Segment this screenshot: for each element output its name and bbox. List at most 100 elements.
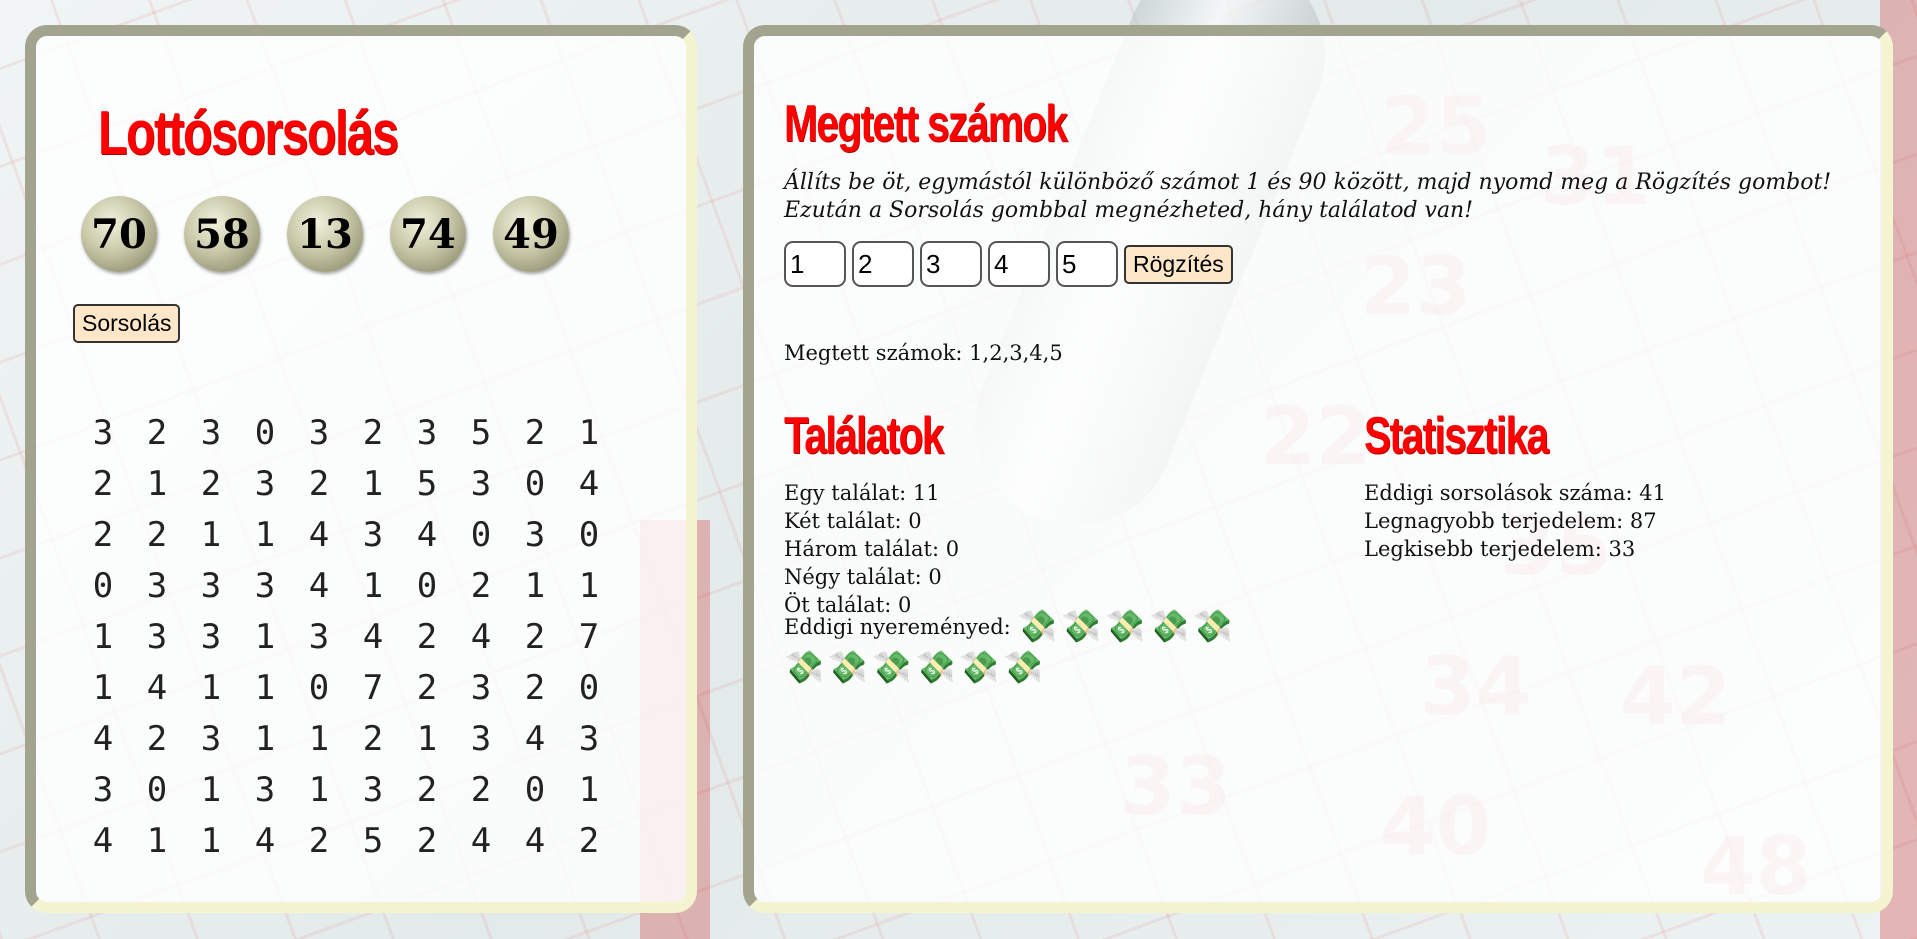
grid-cell: 2 [308, 821, 330, 861]
hits-four: Négy találat: 0 [784, 565, 942, 589]
grid-cell: 2 [416, 821, 438, 861]
grid-cell: 2 [416, 770, 438, 810]
grid-cell: 1 [200, 668, 222, 708]
grid-cell: 0 [146, 770, 168, 810]
grid-cell: 3 [146, 617, 168, 657]
grid-cell: 1 [308, 719, 330, 759]
grid-cell: 4 [92, 719, 114, 759]
hits-two: Két találat: 0 [784, 509, 922, 533]
drawn-ball: 74 [390, 196, 466, 272]
grid-cell: 3 [146, 566, 168, 606]
grid-cell: 3 [470, 668, 492, 708]
grid-cell: 3 [254, 770, 276, 810]
grid-cell: 0 [524, 464, 546, 504]
hits-three: Három találat: 0 [784, 537, 960, 561]
grid-cell: 7 [362, 668, 384, 708]
save-button[interactable]: Rögzítés [1124, 244, 1233, 284]
grid-cell: 1 [254, 668, 276, 708]
grid-cell: 2 [200, 464, 222, 504]
statistics-title: Statisztika [1364, 407, 1549, 465]
instructions: Állíts be öt, egymástól különböző számot… [784, 169, 1864, 225]
grid-cell: 2 [362, 413, 384, 453]
hits-list: Egy találat: 11 Két találat: 0 Három tal… [784, 479, 959, 619]
grid-cell: 4 [578, 464, 600, 504]
hits-one: Egy találat: 11 [784, 481, 940, 505]
grid-cell: 3 [416, 413, 438, 453]
grid-cell: 5 [416, 464, 438, 504]
grid-cell: 3 [308, 617, 330, 657]
grid-cell: 2 [92, 515, 114, 555]
grid-cell: 2 [308, 464, 330, 504]
grid-cell: 4 [308, 566, 330, 606]
picked-numbers-text: Megtett számok: 1,2,3,4,5 [784, 341, 1063, 365]
grid-cell: 7 [578, 617, 600, 657]
grid-cell: 2 [524, 617, 546, 657]
grid-cell: 3 [470, 464, 492, 504]
stat-draw-count: Eddigi sorsolások száma: 41 [1364, 481, 1666, 505]
grid-cell: 1 [578, 770, 600, 810]
number-input-5[interactable] [1056, 241, 1118, 287]
grid-cell: 1 [362, 566, 384, 606]
grid-cell: 1 [146, 821, 168, 861]
grid-cell: 2 [146, 719, 168, 759]
grid-cell: 0 [308, 668, 330, 708]
grid-cell: 3 [254, 566, 276, 606]
grid-cell: 3 [254, 464, 276, 504]
statistics-list: Eddigi sorsolások száma: 41 Legnagyobb t… [1364, 479, 1666, 563]
grid-cell: 4 [146, 668, 168, 708]
grid-cell: 1 [200, 821, 222, 861]
number-frequency-grid: 3230323521212321530422114340300333410211… [76, 408, 616, 867]
grid-cell: 0 [416, 566, 438, 606]
grid-cell: 0 [578, 515, 600, 555]
grid-cell: 3 [578, 719, 600, 759]
grid-cell: 2 [416, 668, 438, 708]
grid-cell: 1 [92, 617, 114, 657]
winnings: Eddigi nyereményed: 💸💸💸💸💸💸💸💸💸💸💸 [784, 606, 1264, 688]
stat-max-range: Legnagyobb terjedelem: 87 [1364, 509, 1657, 533]
grid-cell: 2 [362, 719, 384, 759]
picked-numbers-title: Megtett számok [784, 95, 1068, 153]
grid-cell: 2 [470, 566, 492, 606]
grid-cell: 1 [254, 617, 276, 657]
grid-cell: 5 [362, 821, 384, 861]
winnings-label: Eddigi nyereményed: [784, 615, 1011, 639]
grid-cell: 1 [200, 515, 222, 555]
grid-cell: 1 [92, 668, 114, 708]
drawn-ball: 58 [184, 196, 260, 272]
grid-cell: 0 [92, 566, 114, 606]
page-title: Lottósorsolás [98, 99, 399, 168]
number-input-3[interactable] [920, 241, 982, 287]
grid-cell: 1 [578, 566, 600, 606]
number-input-1[interactable] [784, 241, 846, 287]
number-input-4[interactable] [988, 241, 1050, 287]
grid-cell: 4 [524, 821, 546, 861]
grid-cell: 2 [470, 770, 492, 810]
grid-cell: 1 [308, 770, 330, 810]
grid-cell: 4 [362, 617, 384, 657]
grid-cell: 2 [578, 821, 600, 861]
grid-cell: 3 [200, 719, 222, 759]
drawn-ball: 49 [493, 196, 569, 272]
grid-cell: 4 [254, 821, 276, 861]
grid-cell: 1 [254, 719, 276, 759]
grid-cell: 1 [416, 719, 438, 759]
grid-cell: 1 [254, 515, 276, 555]
grid-cell: 3 [200, 413, 222, 453]
hits-title: Találatok [784, 407, 944, 465]
grid-cell: 1 [362, 464, 384, 504]
grid-cell: 4 [470, 821, 492, 861]
grid-cell: 1 [524, 566, 546, 606]
grid-cell: 3 [200, 566, 222, 606]
drawn-ball: 70 [81, 196, 157, 272]
grid-cell: 3 [362, 770, 384, 810]
grid-cell: 4 [308, 515, 330, 555]
grid-cell: 0 [470, 515, 492, 555]
number-inputs: Rögzítés [784, 241, 1233, 287]
draw-panel: Lottósorsolás 70 58 13 74 49 Sorsolás 32… [25, 25, 697, 913]
draw-button[interactable]: Sorsolás [73, 304, 181, 343]
grid-cell: 0 [578, 668, 600, 708]
grid-cell: 4 [416, 515, 438, 555]
stat-min-range: Legkisebb terjedelem: 33 [1364, 537, 1636, 561]
number-input-2[interactable] [852, 241, 914, 287]
drawn-ball: 13 [287, 196, 363, 272]
